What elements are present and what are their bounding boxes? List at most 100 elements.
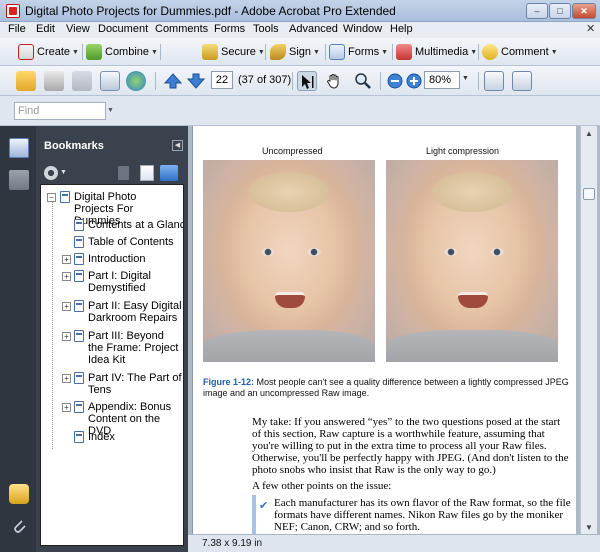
bookmark-item[interactable]: Contents at a Glance: [41, 219, 183, 233]
bookmark-item[interactable]: + Introduction: [41, 253, 183, 267]
menu-file[interactable]: File: [8, 23, 26, 35]
open-folder-icon[interactable]: [16, 71, 36, 91]
bookmark-item[interactable]: + Appendix: Bonus Content on the DVD: [41, 401, 183, 437]
bookmark-label: Index: [88, 431, 115, 443]
bookmark-item[interactable]: + Part III: Beyond the Frame: Project Id…: [41, 330, 183, 368]
expand-toggle-icon[interactable]: +: [62, 332, 71, 341]
expand-toggle-icon[interactable]: +: [62, 403, 71, 412]
bookmark-icon: [74, 253, 84, 265]
zoom-out-icon[interactable]: [385, 71, 405, 91]
forms-button[interactable]: Forms ▼: [329, 44, 388, 60]
expand-toggle-icon[interactable]: +: [62, 374, 71, 383]
find-options-chevron-icon[interactable]: ▼: [107, 107, 114, 114]
secure-button[interactable]: Secure ▼: [202, 44, 265, 60]
bookmark-item[interactable]: + Part I: Digital Demystified: [41, 270, 183, 296]
page-number-input[interactable]: 22: [211, 71, 233, 89]
create-button[interactable]: Create ▼: [18, 44, 79, 60]
full-screen-icon[interactable]: [512, 71, 532, 91]
checkmark-icon: ✔: [259, 500, 269, 512]
menu-forms[interactable]: Forms: [214, 23, 245, 35]
toolbar-divider: [478, 72, 479, 90]
new-bookmark-icon[interactable]: [140, 165, 154, 181]
toolbar-divider: [265, 44, 266, 60]
expand-toggle-icon[interactable]: +: [62, 272, 71, 281]
window-title: Digital Photo Projects for Dummies.pdf -…: [25, 4, 396, 18]
menu-tools[interactable]: Tools: [253, 23, 279, 35]
zoom-marquee-icon[interactable]: [353, 71, 373, 91]
toolbar-divider: [380, 72, 381, 90]
photo-hair: [249, 172, 329, 212]
menu-comments[interactable]: Comments: [155, 23, 208, 35]
bookmark-label: Part II: Easy Digital Darkroom Repairs: [88, 300, 182, 324]
sign-button[interactable]: Sign ▼: [270, 44, 320, 60]
maximize-button[interactable]: □: [549, 3, 571, 19]
bookmarks-header: Bookmarks ◀: [36, 134, 188, 156]
photo-eye: [490, 248, 504, 256]
expand-toggle-icon[interactable]: +: [62, 302, 71, 311]
email-icon[interactable]: [100, 71, 120, 91]
bookmark-item[interactable]: − Digital Photo Projects For Dummies: [41, 191, 183, 227]
comments-panel-icon[interactable]: [9, 484, 29, 504]
menu-edit[interactable]: Edit: [36, 23, 55, 35]
scroll-up-icon[interactable]: ▲: [581, 126, 597, 142]
attachments-paperclip-icon[interactable]: [9, 516, 29, 536]
bookmark-label: Part I: Digital Demystified: [88, 270, 151, 294]
zoom-level-input[interactable]: 80%: [424, 71, 460, 89]
options-chevron-icon[interactable]: ▼: [60, 169, 67, 176]
scroll-thumb[interactable]: [583, 188, 595, 200]
bookmark-icon: [74, 219, 84, 231]
vertical-scrollbar[interactable]: ▲ ▼: [580, 126, 597, 536]
collapse-panel-icon[interactable]: ◀: [172, 140, 183, 151]
menu-view[interactable]: View: [66, 23, 90, 35]
bookmarks-panel: Bookmarks ◀ ▼ − Digital Photo Projects F…: [36, 126, 188, 552]
minimize-button[interactable]: –: [526, 3, 548, 19]
body-paragraph: My take: If you answered “yes” to the tw…: [252, 416, 569, 476]
combine-button[interactable]: Combine ▼: [86, 44, 158, 60]
menu-advanced[interactable]: Advanced: [289, 23, 338, 35]
options-gear-icon[interactable]: [44, 166, 58, 180]
toolbar-divider: [82, 44, 83, 60]
menu-window[interactable]: Window: [343, 23, 382, 35]
combine-files-icon: [86, 44, 102, 60]
menu-document[interactable]: Document: [98, 23, 148, 35]
zoom-in-icon[interactable]: [404, 71, 424, 91]
toolbar-divider: [478, 44, 479, 60]
photo-label-right: Light compression: [426, 146, 500, 156]
chevron-down-icon: ▼: [381, 48, 389, 56]
close-button[interactable]: ✕: [572, 3, 596, 19]
acrobat-app-icon: [6, 4, 20, 18]
photo-mouth: [275, 292, 305, 308]
fit-width-icon[interactable]: [484, 71, 504, 91]
bookmark-item[interactable]: + Part IV: The Part of Tens: [41, 372, 183, 398]
next-page-icon[interactable]: [186, 71, 206, 91]
status-bar: 7.38 x 9.19 in: [188, 534, 600, 552]
select-text-cursor-icon[interactable]: [297, 71, 317, 91]
zoom-dropdown-chevron-icon[interactable]: ▼: [462, 75, 469, 82]
collapse-toggle-icon[interactable]: −: [47, 193, 56, 202]
print-icon[interactable]: [44, 71, 64, 91]
bookmark-item[interactable]: Table of Contents: [41, 236, 183, 250]
comment-button[interactable]: Comment ▼: [482, 44, 558, 60]
baby-photo-light-compression: [386, 160, 558, 362]
multimedia-button[interactable]: Multimedia ▼: [396, 44, 477, 60]
figure-label: Figure 1-12:: [203, 377, 255, 387]
collaborate-globe-icon[interactable]: [126, 71, 146, 91]
photo-shirt: [386, 330, 558, 362]
pen-sign-icon: [270, 44, 286, 60]
hand-tool-icon[interactable]: [324, 71, 344, 91]
bookmark-item[interactable]: Index: [41, 431, 183, 445]
figure-caption-text: Most people can't see a quality differen…: [203, 377, 569, 398]
previous-page-icon[interactable]: [163, 71, 183, 91]
save-icon[interactable]: [72, 71, 92, 91]
expand-bookmark-icon[interactable]: [160, 165, 178, 181]
pages-panel-icon[interactable]: [9, 170, 29, 190]
menu-bar: File Edit View Document Comments Forms T…: [0, 22, 600, 38]
delete-bookmark-icon[interactable]: [118, 166, 129, 180]
menu-help[interactable]: Help: [390, 23, 413, 35]
find-input[interactable]: Find: [14, 102, 106, 120]
bookmark-item[interactable]: + Part II: Easy Digital Darkroom Repairs: [41, 300, 183, 326]
bookmark-label: Part IV: The Part of Tens: [88, 372, 182, 396]
expand-toggle-icon[interactable]: +: [62, 255, 71, 264]
bookmarks-panel-icon[interactable]: [9, 138, 29, 158]
document-close-icon[interactable]: ✕: [586, 22, 595, 35]
